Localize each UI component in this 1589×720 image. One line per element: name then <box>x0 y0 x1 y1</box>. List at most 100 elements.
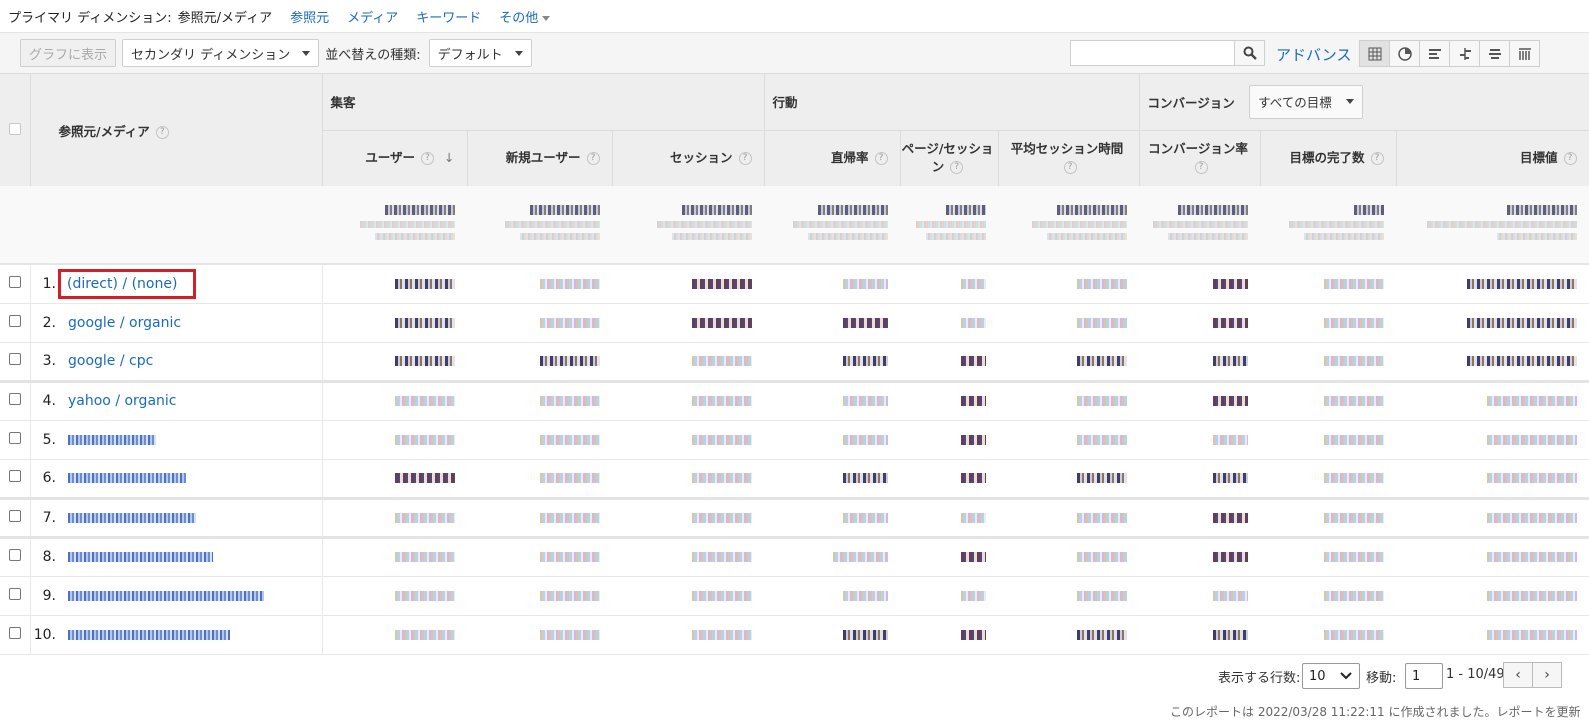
metric-header-sessions[interactable]: セッション? <box>612 129 765 186</box>
rows-per-page-select[interactable]: 10 <box>1302 663 1360 689</box>
table-view-button[interactable] <box>1359 40 1390 67</box>
metric-value <box>1213 552 1249 562</box>
row-dimension-link[interactable]: (direct) / (none) <box>67 276 177 292</box>
metric-value <box>395 317 456 328</box>
row-dimension-link[interactable] <box>68 470 186 486</box>
sort-desc-icon: ↓ <box>444 150 455 166</box>
metric-value <box>1213 590 1249 601</box>
sort-type-select[interactable]: デフォルト <box>428 39 532 67</box>
metric-value <box>843 629 889 640</box>
metric-value <box>1487 396 1578 406</box>
row-dimension-link[interactable]: yahoo / organic <box>68 393 177 409</box>
metric-value <box>843 590 889 601</box>
primary-dimension-label: プライマリ ディメンション: 参照元/メディア <box>8 10 273 26</box>
row-checkbox[interactable] <box>8 431 21 444</box>
metric-value <box>1077 317 1128 328</box>
row-dimension-link[interactable] <box>68 549 213 565</box>
help-icon[interactable]: ? <box>1563 152 1577 166</box>
metric-value <box>395 473 456 483</box>
metric-header-bounce-rate[interactable]: 直帰率? <box>764 129 901 186</box>
row-dimension-link[interactable] <box>68 588 264 604</box>
metric-header-goal-value[interactable]: 目標値? <box>1396 129 1589 186</box>
search-input[interactable] <box>1070 40 1235 66</box>
metric-value <box>961 552 987 562</box>
metric-value <box>961 473 987 483</box>
row-dimension-link[interactable] <box>68 432 156 448</box>
next-page-button[interactable]: › <box>1532 662 1562 688</box>
secondary-dimension-select[interactable]: セカンダリ ディメンション <box>122 39 320 67</box>
view-switcher <box>1359 40 1540 67</box>
row-index: 7. <box>30 498 64 539</box>
metric-header-users[interactable]: ユーザー? ↓ <box>322 129 468 186</box>
help-icon[interactable]: ? <box>586 152 600 166</box>
plot-rows-button[interactable]: グラフに表示 <box>20 39 117 67</box>
select-all-checkbox[interactable] <box>8 122 21 135</box>
metric-value <box>1487 629 1578 640</box>
metric-value <box>1077 552 1128 562</box>
table-row: 6. <box>0 459 1589 500</box>
primary-option-keyword[interactable]: キーワード <box>416 7 481 26</box>
row-dimension-link[interactable]: google / cpc <box>68 353 153 369</box>
row-dimension-link[interactable] <box>68 627 230 643</box>
row-checkbox[interactable] <box>8 587 21 600</box>
help-icon[interactable]: ? <box>421 152 435 166</box>
help-icon[interactable]: ? <box>155 125 169 139</box>
help-icon[interactable]: ? <box>738 152 752 166</box>
goal-select[interactable]: すべての目標 <box>1249 84 1363 119</box>
metric-value <box>1467 278 1578 289</box>
metric-header-goal-completions[interactable]: 目標の完了数? <box>1260 129 1397 186</box>
pivot-view-button[interactable] <box>1509 40 1540 67</box>
chevron-down-icon <box>302 50 311 56</box>
help-icon[interactable]: ? <box>1063 161 1077 175</box>
goto-page-input[interactable]: 1 <box>1405 663 1443 689</box>
metric-value <box>395 629 456 640</box>
row-checkbox[interactable] <box>8 275 21 288</box>
term-cloud-view-button[interactable] <box>1479 40 1510 67</box>
help-icon[interactable]: ? <box>950 161 964 175</box>
row-checkbox[interactable] <box>8 314 21 327</box>
row-checkbox[interactable] <box>8 470 21 482</box>
metric-value <box>961 512 987 523</box>
metric-header-conversion-rate[interactable]: コンバージョン率? <box>1139 129 1261 186</box>
metric-value <box>395 552 456 562</box>
metric-value <box>961 590 987 601</box>
search-button[interactable] <box>1235 40 1265 66</box>
pie-view-button[interactable] <box>1389 40 1420 67</box>
row-dimension-link[interactable]: google / organic <box>68 315 181 331</box>
metric-value <box>540 590 601 601</box>
table-row: 1. (direct) / (none) <box>0 264 1589 304</box>
primary-option-medium[interactable]: メディア <box>347 7 398 26</box>
metric-value <box>843 278 889 289</box>
help-icon[interactable]: ? <box>1370 152 1384 166</box>
metric-value <box>1467 356 1578 366</box>
primary-option-other[interactable]: その他 <box>499 7 551 26</box>
metric-header-pages-per-session[interactable]: ページ/セッション? <box>900 129 999 186</box>
row-checkbox[interactable] <box>8 626 21 639</box>
pagination: 表示する行数: 10 移動: 1 1 - 10/49 ‹ › <box>0 655 1589 695</box>
table-icon <box>1368 47 1381 60</box>
comparison-view-button[interactable] <box>1449 40 1480 67</box>
primary-option-source[interactable]: 参照元 <box>290 7 329 26</box>
metric-value <box>1213 434 1249 445</box>
metric-value <box>961 629 987 640</box>
row-checkbox[interactable] <box>8 509 21 522</box>
help-icon[interactable]: ? <box>1194 161 1208 175</box>
row-index: 3. <box>30 342 64 383</box>
row-index: 9. <box>30 576 64 616</box>
metric-header-avg-session-duration[interactable]: 平均セッション時間? <box>998 129 1140 186</box>
row-index: 8. <box>30 537 64 577</box>
help-icon[interactable]: ? <box>874 152 888 166</box>
report-footnote: このレポートは 2022/03/28 11:22:11 に作成されました。レポー… <box>1170 705 1581 719</box>
advanced-filter-link[interactable]: アドバンス <box>1276 44 1351 65</box>
page-nav: ‹ › <box>1503 662 1562 688</box>
total-cell <box>1139 186 1261 265</box>
row-checkbox[interactable] <box>8 393 21 405</box>
row-checkbox[interactable] <box>8 353 21 365</box>
metric-header-new-users[interactable]: 新規ユーザー? <box>467 129 613 186</box>
bar-view-button[interactable] <box>1419 40 1450 67</box>
prev-page-button[interactable]: ‹ <box>1503 662 1533 688</box>
metric-value <box>540 356 601 366</box>
row-checkbox[interactable] <box>8 549 21 561</box>
row-dimension-link[interactable] <box>68 510 196 526</box>
total-cell <box>467 186 613 265</box>
